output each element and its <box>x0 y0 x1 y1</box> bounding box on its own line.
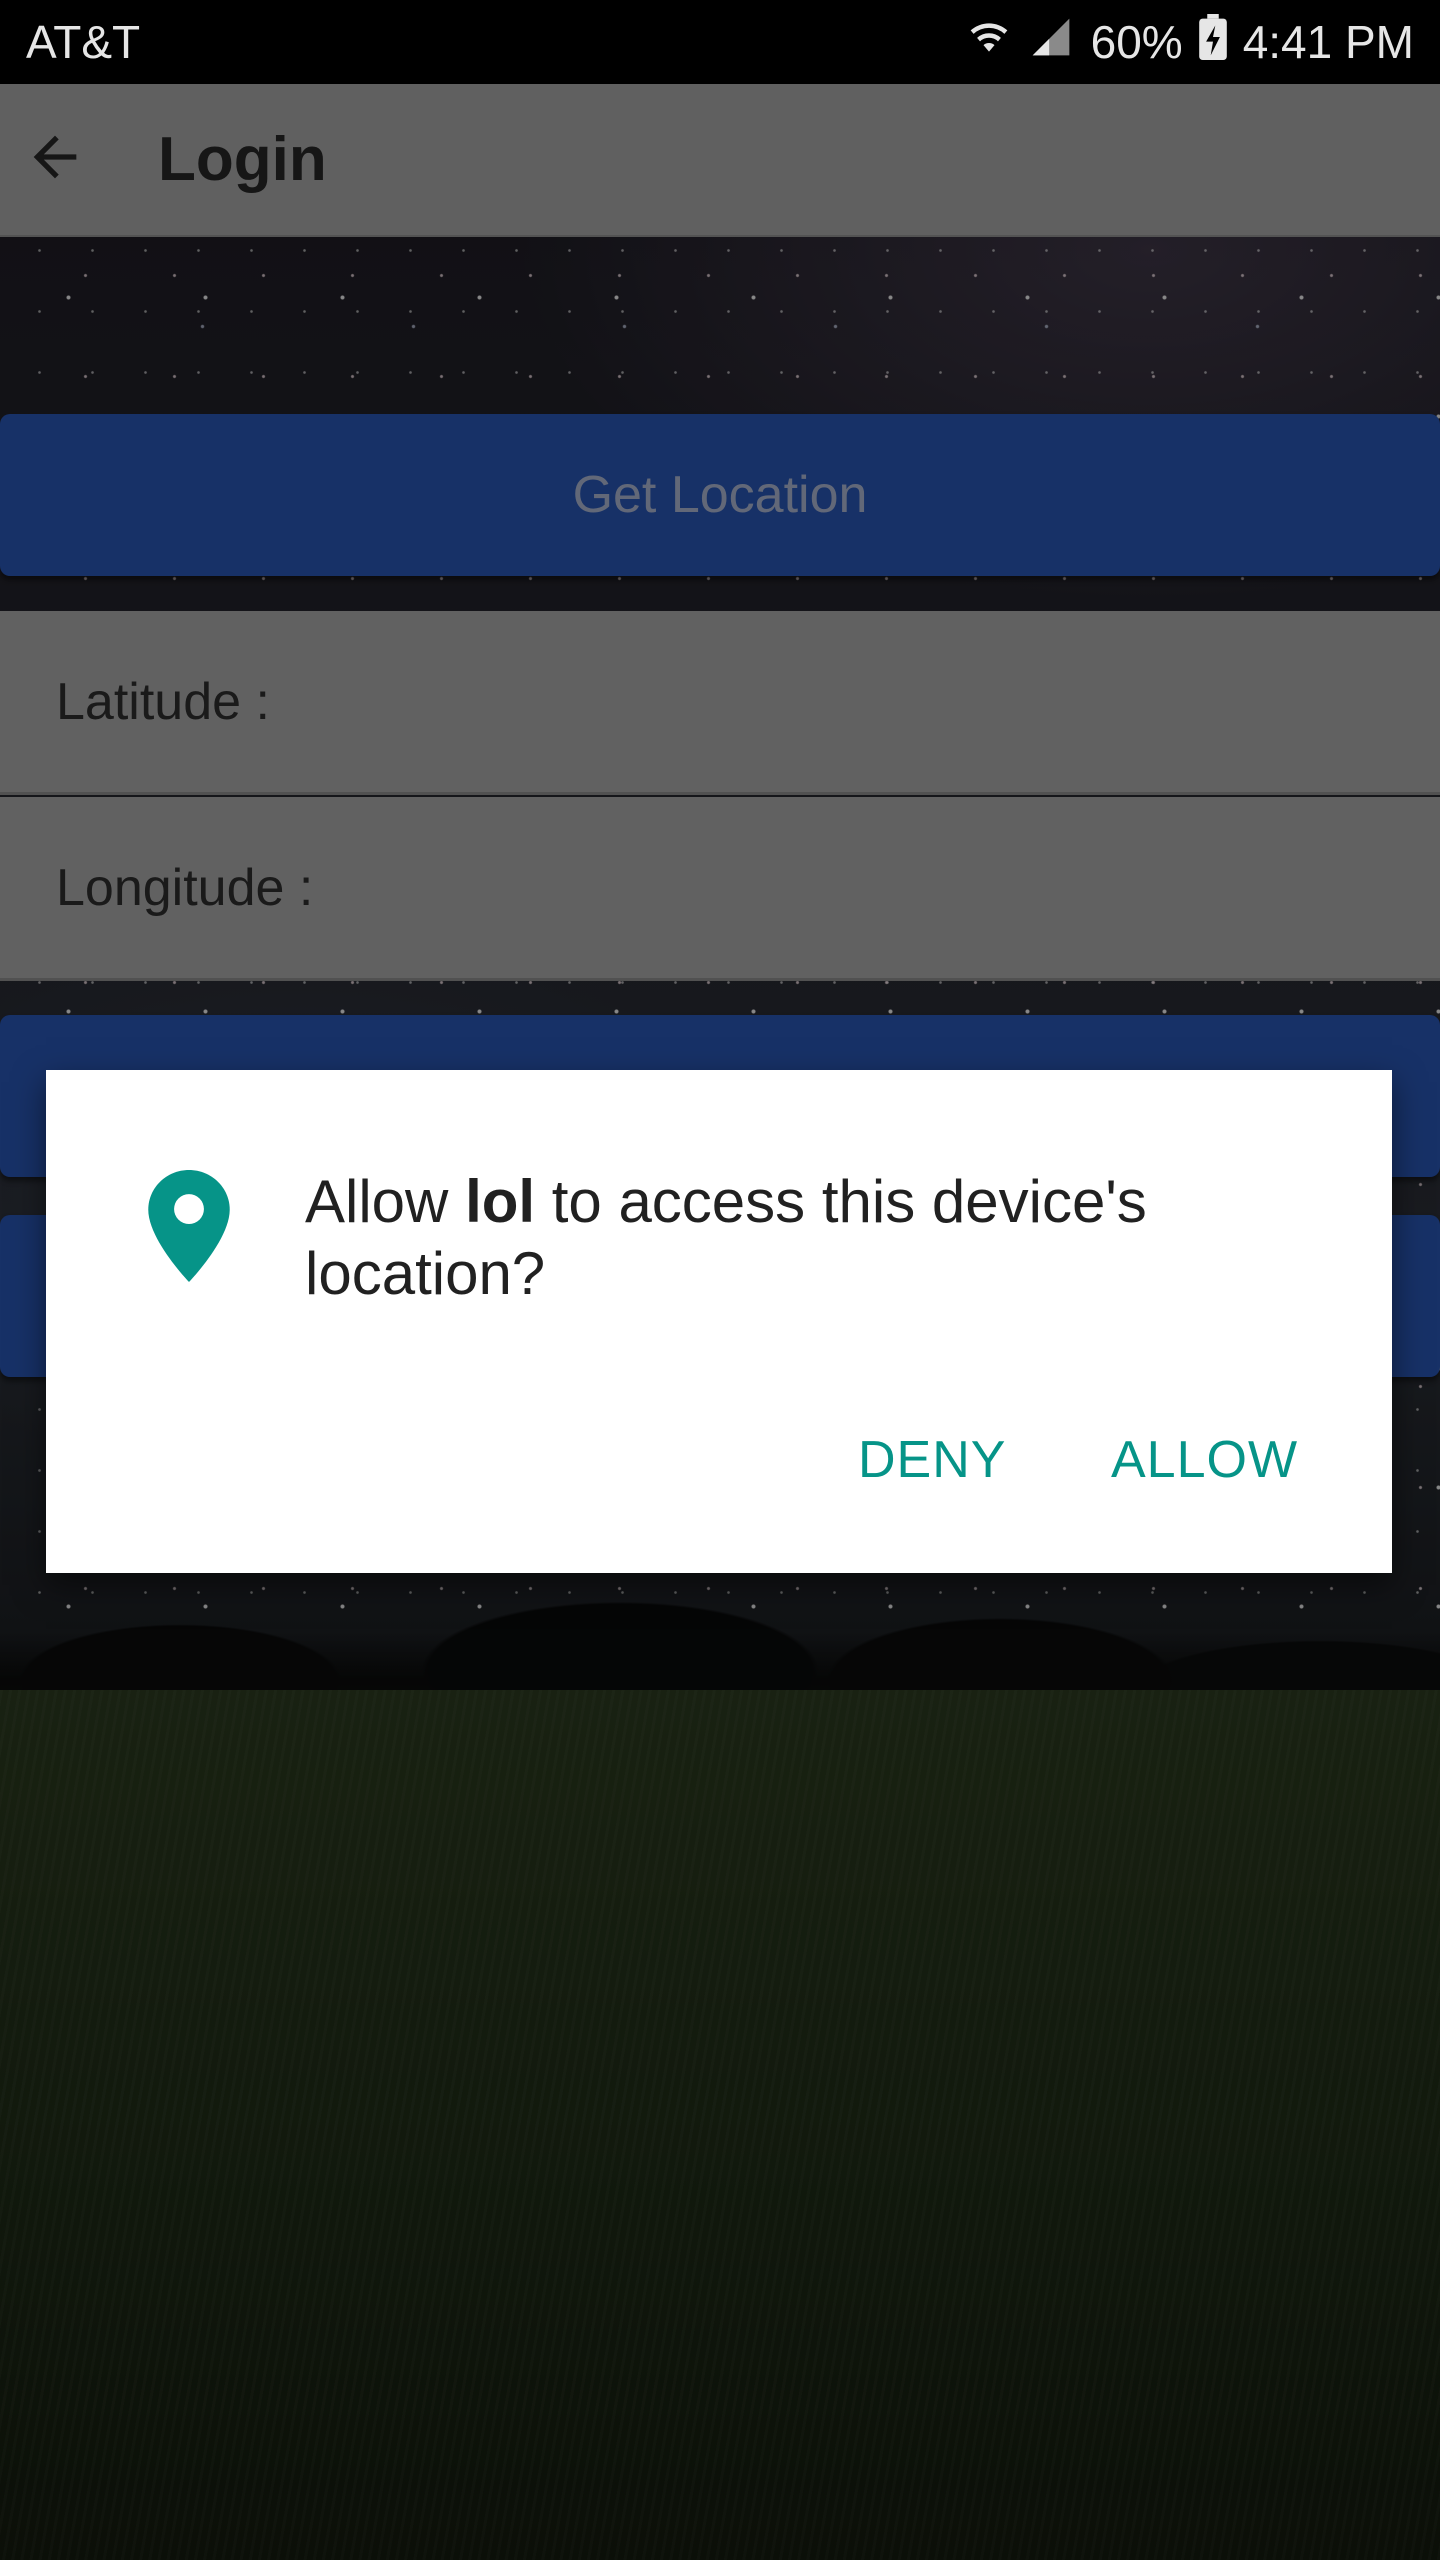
status-indicators: 60% 4:41 PM <box>967 13 1414 71</box>
allow-button[interactable]: ALLOW <box>1111 1430 1298 1490</box>
dialog-app-name: lol <box>465 1168 536 1235</box>
dialog-message: Allow lol to access this device's locati… <box>305 1166 1305 1310</box>
dialog-message-prefix: Allow <box>305 1168 466 1235</box>
carrier-label: AT&T <box>26 16 141 68</box>
clock: 4:41 PM <box>1242 16 1414 68</box>
location-pin-icon <box>148 1170 230 1282</box>
wifi-icon <box>967 15 1011 70</box>
deny-button[interactable]: DENY <box>858 1430 1006 1490</box>
battery-charging-icon <box>1198 13 1227 71</box>
signal-icon <box>1027 15 1075 70</box>
location-permission-dialog: Allow lol to access this device's locati… <box>46 1070 1392 1573</box>
battery-percent: 60% <box>1090 16 1183 68</box>
status-bar: AT&T 60% 4:41 PM <box>0 0 1440 84</box>
